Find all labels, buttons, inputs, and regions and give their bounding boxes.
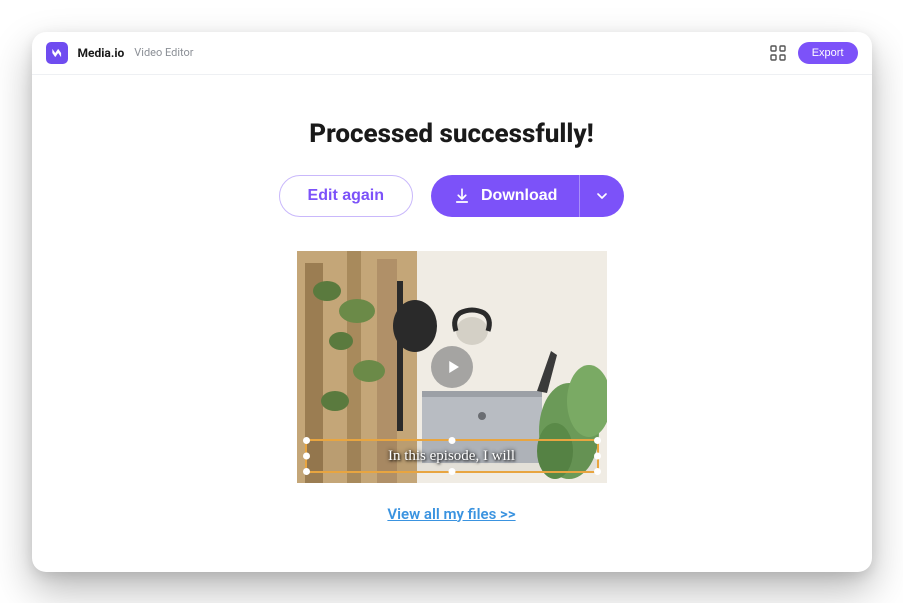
caption-text: In this episode, I will bbox=[388, 448, 515, 464]
caption-selection-box[interactable]: In this episode, I will bbox=[305, 439, 599, 473]
play-button[interactable] bbox=[431, 346, 473, 388]
brand-name: Media.io bbox=[78, 46, 125, 60]
play-icon bbox=[444, 358, 462, 376]
download-label: Download bbox=[481, 187, 557, 205]
resize-handle[interactable] bbox=[594, 468, 601, 475]
resize-handle[interactable] bbox=[594, 452, 601, 459]
success-title: Processed successfully! bbox=[309, 119, 594, 149]
resize-handle[interactable] bbox=[303, 452, 310, 459]
action-button-row: Edit again Download bbox=[279, 175, 625, 217]
header-bar: Media.io Video Editor Export bbox=[32, 32, 872, 75]
video-preview[interactable]: In this episode, I will bbox=[297, 251, 607, 483]
header-left: Media.io Video Editor bbox=[46, 42, 194, 64]
chevron-down-icon bbox=[594, 188, 610, 204]
app-subtitle: Video Editor bbox=[134, 46, 193, 59]
resize-handle[interactable] bbox=[448, 437, 455, 444]
media-logo-icon bbox=[50, 46, 64, 60]
main-content: Processed successfully! Edit again Downl… bbox=[32, 75, 872, 572]
download-button[interactable]: Download bbox=[431, 175, 579, 217]
header-right: Export bbox=[770, 42, 858, 64]
resize-handle[interactable] bbox=[303, 437, 310, 444]
export-button[interactable]: Export bbox=[798, 42, 858, 64]
apps-grid-icon[interactable] bbox=[770, 45, 786, 61]
resize-handle[interactable] bbox=[594, 437, 601, 444]
view-all-files-link[interactable]: View all my files >> bbox=[387, 505, 515, 523]
resize-handle[interactable] bbox=[303, 468, 310, 475]
resize-handle[interactable] bbox=[448, 468, 455, 475]
brand-logo[interactable] bbox=[46, 42, 68, 64]
app-window: Media.io Video Editor Export Processed s… bbox=[32, 32, 872, 572]
download-icon bbox=[453, 187, 471, 205]
download-button-group: Download bbox=[431, 175, 624, 217]
download-dropdown-button[interactable] bbox=[579, 175, 624, 217]
edit-again-button[interactable]: Edit again bbox=[279, 175, 413, 217]
